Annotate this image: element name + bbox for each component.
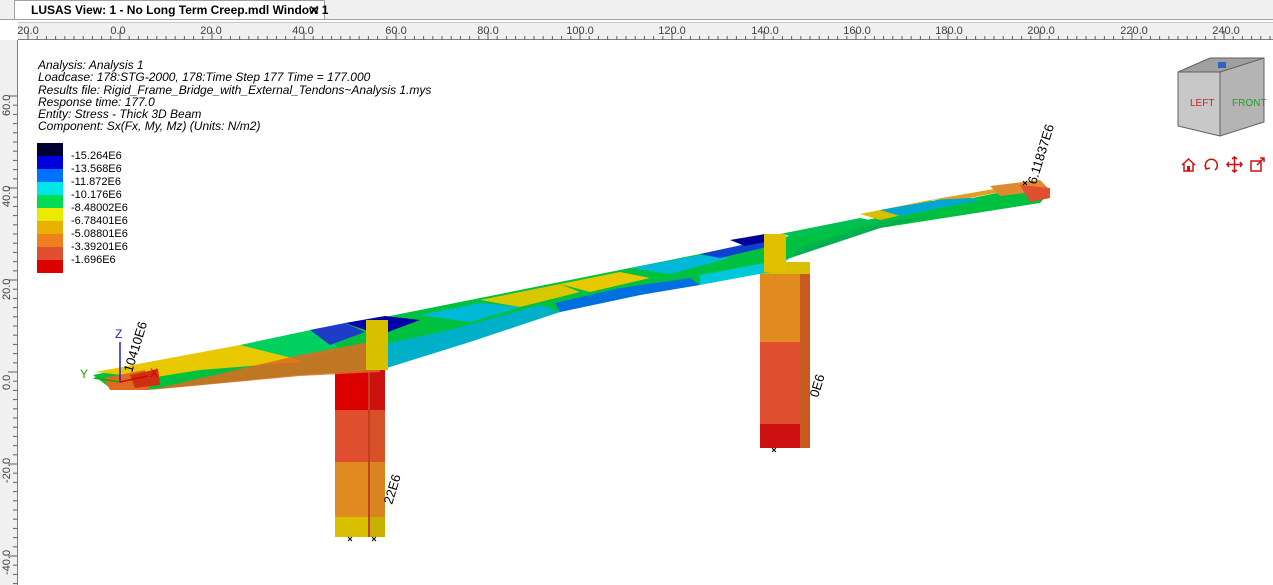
right-end-value: 6.11837E6: [1025, 122, 1057, 186]
legend-swatch: [37, 182, 63, 195]
legend-swatch: [37, 195, 63, 208]
pan-icon[interactable]: [1226, 156, 1243, 173]
y-axis-label: Y: [80, 367, 88, 381]
x-axis-label: X: [150, 366, 158, 380]
legend-labels: -15.264E6 -13.568E6 -11.872E6 -10.176E6 …: [63, 143, 128, 273]
ruler-top-label: 0.0: [110, 25, 126, 37]
analysis-info: Analysis: Analysis 1 Loadcase: 178:STG-2…: [38, 59, 431, 133]
legend-swatch: [37, 208, 63, 221]
ruler-top-label: 40.0: [292, 25, 314, 37]
z-axis-label: Z: [115, 327, 122, 341]
legend-swatch: [37, 221, 63, 234]
legend-swatch: [37, 143, 63, 156]
ruler-top-label: 60.0: [385, 25, 407, 37]
ruler-top-label: 80.0: [477, 25, 499, 37]
ruler-top-label: 140.0: [751, 25, 779, 37]
pier-2: [760, 262, 810, 448]
legend-label: -6.78401E6: [71, 214, 128, 227]
legend-swatch: [37, 234, 63, 247]
ruler-top-label: 200.0: [1027, 25, 1055, 37]
legend-swatch: [37, 169, 63, 182]
pier-1: [335, 368, 385, 537]
legend-label: -1.696E6: [71, 253, 116, 266]
legend-label: -3.39201E6: [71, 240, 128, 253]
ruler-top-label: 160.0: [843, 25, 871, 37]
info-loadcase: Loadcase: 178:STG-2000, 178:Time Step 17…: [38, 70, 371, 85]
contour-legend: -15.264E6 -13.568E6 -11.872E6 -10.176E6 …: [37, 143, 128, 273]
cube-left-face: LEFT: [1190, 98, 1214, 109]
close-icon[interactable]: ✕: [308, 1, 320, 19]
rotate-icon[interactable]: [1203, 156, 1220, 173]
legend-label: -8.48002E6: [71, 201, 128, 214]
legend-swatches: [37, 143, 63, 273]
legend-label: -10.176E6: [71, 188, 122, 201]
legend-swatch: [37, 156, 63, 169]
cube-front-face: FRONT: [1232, 98, 1266, 109]
ruler-top-label: 20.0: [17, 25, 39, 37]
bridge-deck: [93, 180, 1050, 390]
ruler-top-label: 220.0: [1120, 25, 1148, 37]
ruler-top-label: 100.0: [566, 25, 594, 37]
legend-label: -5.08801E6: [71, 227, 128, 240]
ruler-top-label: 180.0: [935, 25, 963, 37]
legend-label: -15.264E6: [71, 149, 122, 162]
legend-swatch: [37, 247, 63, 260]
legend-swatch: [37, 260, 63, 273]
view-tab[interactable]: LUSAS View: 1 - No Long Term Creep.mdl W…: [14, 0, 329, 19]
zoom-icon[interactable]: [1249, 156, 1266, 173]
legend-label: -11.872E6: [71, 175, 121, 188]
ruler-top: 20.0 0.0 20.0 40.0 60.0 80.0 100.0 120.0…: [17, 22, 1273, 40]
info-component: Component: Sx(Fx, My, Mz) (Units: N/m2): [38, 119, 261, 134]
view-cube[interactable]: LEFT FRONT: [1177, 57, 1266, 137]
ruler-top-label: 240.0: [1212, 25, 1240, 37]
legend-label: -13.568E6: [71, 162, 122, 175]
support-markers: [347, 180, 1028, 542]
view-nav-icons: [1180, 156, 1266, 173]
ruler-top-label: 120.0: [658, 25, 686, 37]
home-icon[interactable]: [1180, 156, 1197, 173]
tab-bar: LUSAS View: 1 - No Long Term Creep.mdl W…: [0, 0, 1273, 20]
view-tab-title: LUSAS View: 1 - No Long Term Creep.mdl W…: [31, 3, 329, 17]
ruler-top-label: 20.0: [200, 25, 222, 37]
